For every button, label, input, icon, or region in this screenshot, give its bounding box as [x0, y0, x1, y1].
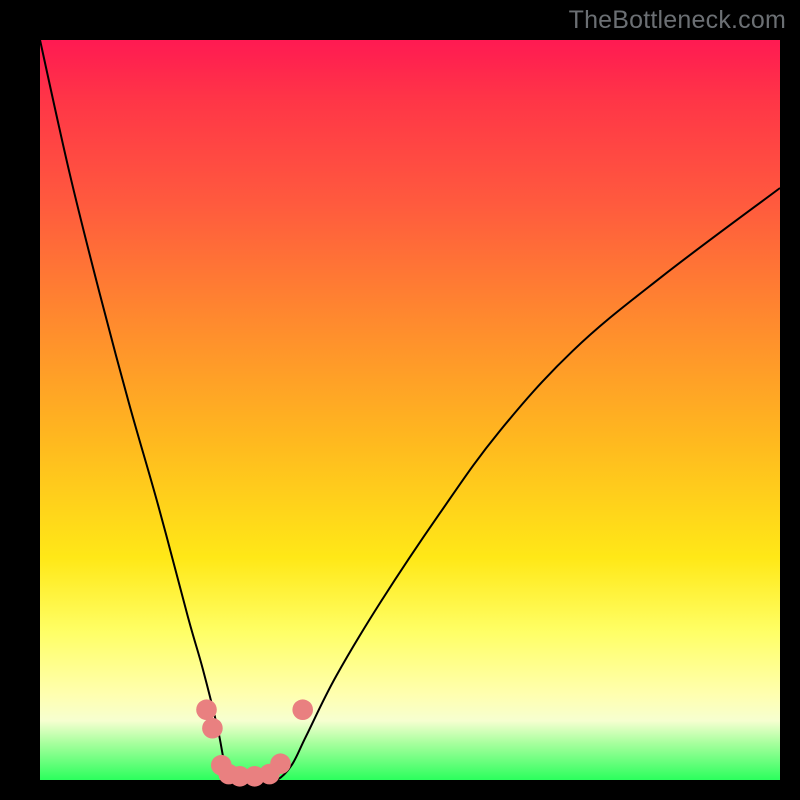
watermark-text: TheBottleneck.com: [569, 6, 786, 35]
curve-marker: [196, 699, 217, 720]
curve-marker: [292, 699, 313, 720]
chart-svg: [40, 40, 780, 780]
curve-markers: [196, 699, 313, 786]
plot-area: [40, 40, 780, 780]
curve-marker: [270, 753, 291, 774]
curve-marker: [202, 718, 223, 739]
bottleneck-curve: [40, 40, 780, 781]
chart-frame: TheBottleneck.com: [0, 0, 800, 800]
